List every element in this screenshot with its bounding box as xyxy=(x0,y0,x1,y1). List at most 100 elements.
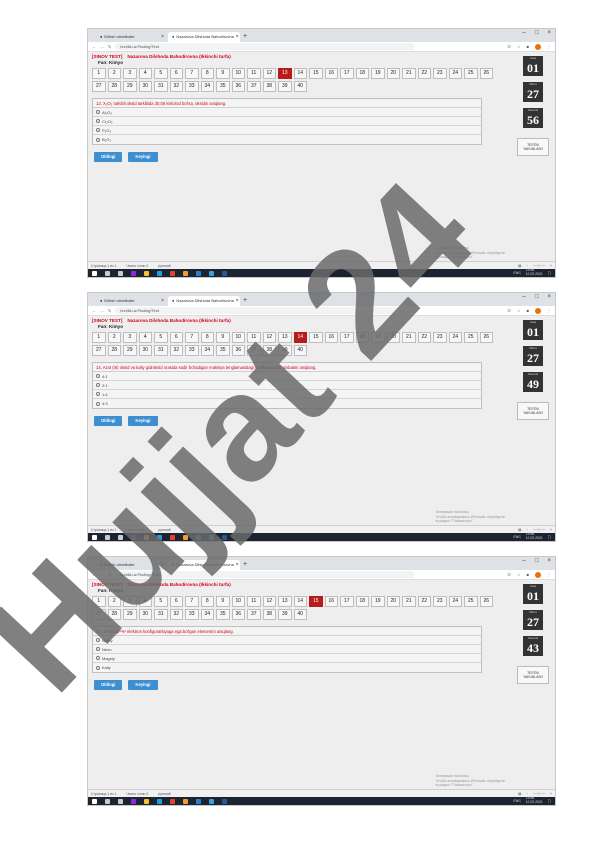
edge-icon[interactable] xyxy=(157,270,162,276)
zoom-out-icon[interactable]: − xyxy=(526,792,528,796)
clock[interactable]: 15:58 10.02.2021 xyxy=(526,533,543,540)
task-view-icon[interactable] xyxy=(118,798,123,804)
question-number-button[interactable]: 34 xyxy=(200,609,214,620)
puzzle-icon[interactable]: ■ xyxy=(527,572,529,577)
profile-avatar[interactable] xyxy=(535,307,541,314)
edge-icon[interactable] xyxy=(157,534,162,540)
minimize-icon[interactable]: – xyxy=(523,558,526,564)
star-icon[interactable]: ☆ xyxy=(517,308,521,313)
layout-icon[interactable]: ▤ xyxy=(518,264,521,268)
windows-start-icon[interactable] xyxy=(92,270,97,276)
question-number-button[interactable]: 31 xyxy=(154,81,168,92)
app-icon[interactable] xyxy=(183,534,188,540)
radio-button[interactable] xyxy=(96,374,100,378)
question-number-button[interactable]: 25 xyxy=(464,332,478,343)
question-number-button[interactable]: 13 xyxy=(278,68,292,79)
next-button[interactable]: Keyingi xyxy=(128,152,158,162)
answer-option[interactable]: 2:1 xyxy=(93,381,481,390)
next-button[interactable]: Keyingi xyxy=(128,416,158,426)
zoom-out-icon[interactable]: − xyxy=(526,264,528,268)
zoom-slider[interactable]: ──│── xyxy=(533,792,545,796)
question-number-button[interactable]: 25 xyxy=(464,596,478,607)
radio-button[interactable] xyxy=(96,119,100,123)
chrome-icon[interactable] xyxy=(170,534,175,540)
question-number-button[interactable]: 15 xyxy=(309,68,323,79)
answer-option[interactable]: P₂O₃ xyxy=(93,126,481,135)
answer-option[interactable]: Natriy xyxy=(93,636,481,645)
answer-option[interactable]: B₂O₃ xyxy=(93,135,481,144)
radio-button[interactable] xyxy=(96,656,100,660)
forward-icon[interactable]: → xyxy=(100,572,104,577)
question-number-button[interactable]: 31 xyxy=(154,345,168,356)
menu-icon[interactable]: ⋮ xyxy=(547,572,551,577)
finish-test-button[interactable]: TESTNI YAKUNLASH xyxy=(517,402,549,420)
question-number-button[interactable]: 21 xyxy=(402,68,416,79)
question-number-button[interactable]: 18 xyxy=(355,68,369,79)
star-icon[interactable]: ☆ xyxy=(517,44,521,49)
question-number-button[interactable]: 32 xyxy=(169,345,183,356)
question-number-button[interactable]: 19 xyxy=(371,68,385,79)
app-icon[interactable] xyxy=(209,798,214,804)
browser-tab-active[interactable]: ● Nazarova Dilshoda Bahodirovna × xyxy=(168,32,240,42)
question-number-button[interactable]: 29 xyxy=(123,609,137,620)
star-icon[interactable]: ☆ xyxy=(517,572,521,577)
menu-icon[interactable]: ⋮ xyxy=(547,308,551,313)
back-icon[interactable]: ← xyxy=(92,572,96,577)
question-number-button[interactable]: 20 xyxy=(386,332,400,343)
maximize-icon[interactable]: □ xyxy=(535,294,539,300)
edge-icon[interactable] xyxy=(157,798,162,804)
question-number-button[interactable]: 13 xyxy=(278,596,292,607)
task-view-icon[interactable] xyxy=(118,270,123,276)
answer-option[interactable]: 1:4 xyxy=(93,390,481,399)
forward-icon[interactable]: → xyxy=(100,308,104,313)
question-number-button[interactable]: 25 xyxy=(464,68,478,79)
notification-icon[interactable]: ▢ xyxy=(548,271,551,275)
question-number-button[interactable]: 24 xyxy=(448,596,462,607)
question-number-button[interactable]: 1 xyxy=(92,68,106,79)
question-number-button[interactable]: 8 xyxy=(200,596,214,607)
question-number-button[interactable]: 39 xyxy=(278,81,292,92)
question-number-button[interactable]: 10 xyxy=(231,332,245,343)
zoom-slider[interactable]: ──│── xyxy=(533,264,545,268)
question-number-button[interactable]: 28 xyxy=(107,609,121,620)
new-tab-icon[interactable]: + xyxy=(240,296,250,306)
translate-icon[interactable]: ☷ xyxy=(507,308,511,313)
app-icon[interactable] xyxy=(196,798,201,804)
profile-avatar[interactable] xyxy=(535,43,541,50)
question-number-button[interactable]: 23 xyxy=(433,68,447,79)
browser-tab[interactable]: ● Eritish viewfinder × xyxy=(96,296,168,306)
layout-icon[interactable]: ▤ xyxy=(518,528,521,532)
question-number-button[interactable]: 30 xyxy=(138,609,152,620)
close-icon[interactable]: × xyxy=(236,296,239,306)
zoom-in-icon[interactable]: + xyxy=(550,528,552,532)
question-number-button[interactable]: 14 xyxy=(293,68,307,79)
question-number-button[interactable]: 40 xyxy=(293,609,307,620)
question-number-button[interactable]: 37 xyxy=(247,81,261,92)
app-icon[interactable] xyxy=(209,534,214,540)
reload-icon[interactable]: ↻ xyxy=(108,308,111,313)
question-number-button[interactable]: 29 xyxy=(123,81,137,92)
question-number-button[interactable]: 12 xyxy=(262,332,276,343)
radio-button[interactable] xyxy=(96,137,100,142)
finish-test-button[interactable]: TESTNI YAKUNLASH xyxy=(517,138,549,156)
translate-icon[interactable]: ☷ xyxy=(507,572,511,577)
question-number-button[interactable]: 39 xyxy=(278,609,292,620)
url-field[interactable]: tezt48.uz/Testing/Test xyxy=(115,307,416,314)
zoom-slider[interactable]: ──│── xyxy=(533,528,545,532)
question-number-button[interactable]: 2 xyxy=(107,332,121,343)
question-number-button[interactable]: 40 xyxy=(293,81,307,92)
question-number-button[interactable]: 38 xyxy=(262,345,276,356)
folder-icon[interactable] xyxy=(144,534,149,540)
question-number-button[interactable]: 13 xyxy=(278,332,292,343)
app-icon[interactable] xyxy=(183,270,188,276)
question-number-button[interactable]: 17 xyxy=(340,332,354,343)
app-icon[interactable] xyxy=(131,270,136,276)
folder-icon[interactable] xyxy=(144,798,149,804)
word-icon[interactable] xyxy=(222,534,227,540)
close-icon[interactable]: × xyxy=(161,32,164,42)
app-icon[interactable] xyxy=(131,534,136,540)
layout-icon[interactable]: ▤ xyxy=(518,792,521,796)
windows-start-icon[interactable] xyxy=(92,798,97,804)
zoom-in-icon[interactable]: + xyxy=(550,264,552,268)
maximize-icon[interactable]: □ xyxy=(535,558,539,564)
